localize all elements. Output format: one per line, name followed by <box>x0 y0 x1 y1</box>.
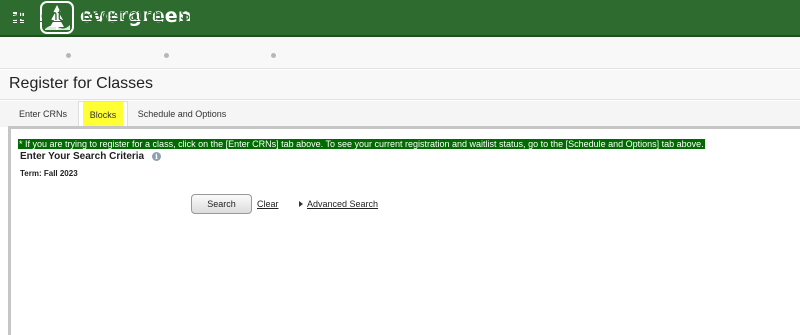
tab-strip: Enter CRNs Blocks Schedule and Options <box>0 101 800 128</box>
breadcrumb-registration[interactable]: Registration <box>82 7 162 24</box>
info-icon[interactable]: i <box>152 152 161 161</box>
breadcrumb-current: Register for Classes <box>287 7 423 24</box>
breadcrumb-select-term[interactable]: Select a Term <box>180 7 271 24</box>
search-button[interactable]: Search <box>191 194 252 214</box>
advanced-search-link[interactable]: Advanced Search <box>307 199 378 209</box>
breadcrumb-separator <box>66 53 71 58</box>
tab-label: Schedule and Options <box>137 109 227 119</box>
caret-right-icon <box>299 201 303 207</box>
tab-schedule-options[interactable]: Schedule and Options <box>134 101 230 127</box>
page-title: Register for Classes <box>9 75 154 92</box>
tab-blocks[interactable]: Blocks <box>78 101 128 128</box>
tab-label: Enter CRNs <box>18 109 67 119</box>
registration-notice: * If you are trying to register for a cl… <box>18 139 705 149</box>
search-criteria-heading: Enter Your Search Criteria <box>20 151 145 162</box>
page-title-bar: Register for Classes <box>0 70 800 100</box>
breadcrumb-separator <box>164 53 169 58</box>
breadcrumb-separator <box>271 53 276 58</box>
breadcrumb-student[interactable]: Student <box>10 7 62 24</box>
tab-enter-crns[interactable]: Enter CRNs <box>12 101 74 127</box>
breadcrumb <box>0 37 800 69</box>
tab-label-highlighted: Blocks <box>82 102 124 128</box>
term-label: Term: Fall 2023 <box>20 169 78 178</box>
clear-link[interactable]: Clear <box>257 199 279 209</box>
